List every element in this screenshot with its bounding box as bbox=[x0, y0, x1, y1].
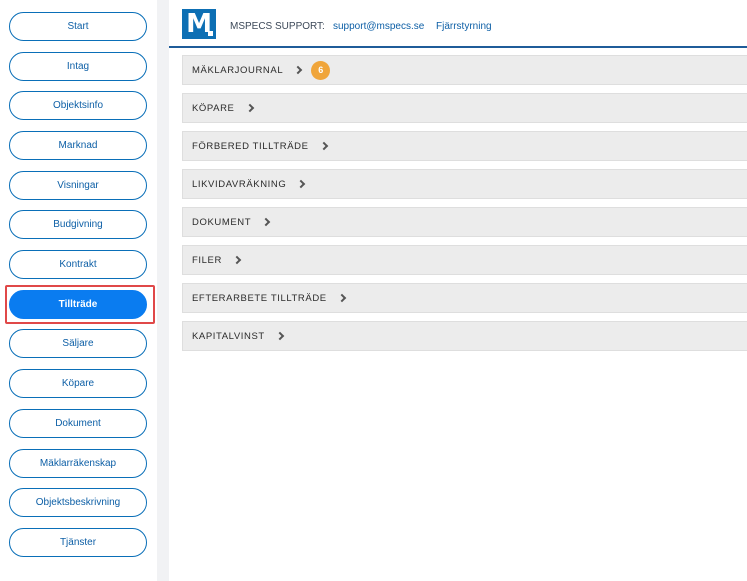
chevron-right-icon bbox=[337, 293, 346, 303]
sidebar-item-dokument[interactable]: Dokument bbox=[9, 409, 147, 438]
chevron-right-icon bbox=[275, 331, 285, 341]
chevron-right-icon bbox=[245, 103, 254, 113]
sidebar-item-kontrakt[interactable]: Kontrakt bbox=[9, 250, 147, 279]
panel-label: LIKVIDAVRÄKNING bbox=[192, 178, 287, 190]
panel-label: DOKUMENT bbox=[192, 216, 252, 228]
chevron-right-icon bbox=[232, 255, 242, 265]
remote-control-link[interactable]: Fjärrstyrning bbox=[436, 21, 492, 32]
panel-kopare[interactable]: KÖPARE bbox=[182, 93, 747, 123]
sidebar-item-intag[interactable]: Intag bbox=[9, 52, 147, 81]
count-badge: 6 bbox=[311, 60, 331, 80]
sidebar-item-maklarrakenskap[interactable]: Mäklarräkenskap bbox=[9, 449, 147, 478]
top-header: M MSPECS SUPPORT: support@mspecs.se Fjär… bbox=[169, 0, 747, 48]
panel-label: FÖRBERED TILLTRÄDE bbox=[192, 140, 309, 152]
sidebar-item-tjanster[interactable]: Tjänster bbox=[9, 528, 147, 557]
chevron-right-icon bbox=[261, 217, 271, 227]
sidebar-item-objektsbeskrivning[interactable]: Objektsbeskrivning bbox=[9, 488, 147, 517]
support-label: MSPECS SUPPORT: bbox=[230, 21, 325, 32]
chevron-right-icon bbox=[319, 141, 328, 151]
sidebar-item-budgivning[interactable]: Budgivning bbox=[9, 210, 147, 239]
sidebar-item-kopare[interactable]: Köpare bbox=[9, 369, 147, 398]
sidebar-item-visningar[interactable]: Visningar bbox=[9, 171, 147, 200]
chevron-right-icon bbox=[293, 65, 303, 75]
logo-dot bbox=[208, 31, 213, 36]
sidebar-nav: Start Intag Objektsinfo Marknad Visninga… bbox=[0, 0, 157, 581]
support-email-link[interactable]: support@mspecs.se bbox=[333, 21, 424, 32]
panel-label: MÄKLARJOURNAL bbox=[192, 64, 284, 76]
mspecs-logo-icon[interactable]: M bbox=[182, 9, 216, 39]
sidebar-item-start[interactable]: Start bbox=[9, 12, 147, 41]
panel-filer[interactable]: FILER bbox=[182, 245, 747, 275]
panel-kapitalvinst[interactable]: KAPITALVINST bbox=[182, 321, 747, 351]
panel-likvidavrakning[interactable]: LIKVIDAVRÄKNING bbox=[182, 169, 747, 199]
panel-efterarbete-tilltrade[interactable]: EFTERARBETE TILLTRÄDE bbox=[182, 283, 747, 313]
sidebar-divider bbox=[157, 0, 169, 581]
panel-maklarjournal[interactable]: MÄKLARJOURNAL 6 bbox=[182, 55, 747, 85]
panel-label: EFTERARBETE TILLTRÄDE bbox=[192, 292, 327, 304]
chevron-right-icon bbox=[297, 179, 306, 189]
sidebar-item-saljare[interactable]: Säljare bbox=[9, 329, 147, 358]
sidebar-item-objektsinfo[interactable]: Objektsinfo bbox=[9, 91, 147, 120]
panel-label: KÖPARE bbox=[192, 102, 235, 114]
panel-dokument[interactable]: DOKUMENT bbox=[182, 207, 747, 237]
sidebar-item-tilltrade[interactable]: Tillträde bbox=[9, 290, 147, 319]
panel-label: FILER bbox=[192, 254, 222, 266]
sidebar-item-marknad[interactable]: Marknad bbox=[9, 131, 147, 160]
panel-label: KAPITALVINST bbox=[192, 330, 265, 342]
panel-forbered-tilltrade[interactable]: FÖRBERED TILLTRÄDE bbox=[182, 131, 747, 161]
